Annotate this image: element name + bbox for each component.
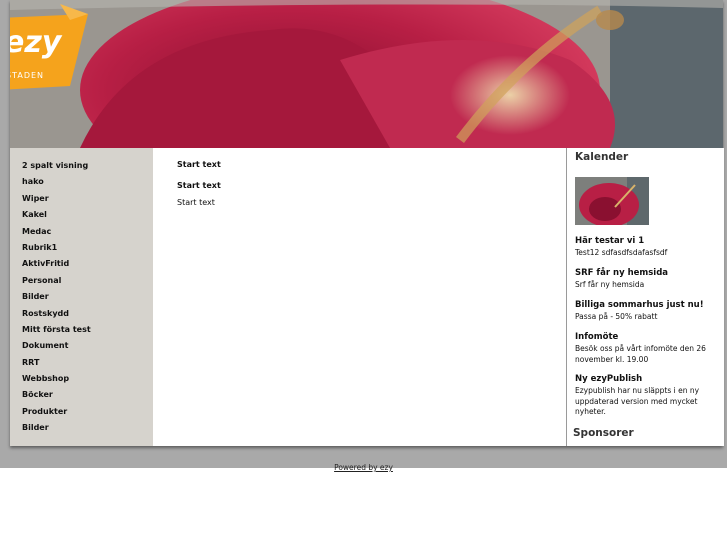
content-heading: Start text [177,181,221,190]
nav-item[interactable]: Mitt första test [22,319,153,335]
header-banner: ezy STADEN [10,0,723,148]
nav-item[interactable]: hako [22,171,153,187]
nav-item[interactable]: Kakel [22,204,153,220]
ezy-logo[interactable]: ezy STADEN [10,0,90,92]
nav-link[interactable]: Produkter [22,407,67,416]
news-title[interactable]: Infomöte [575,332,717,343]
sponsors-title: Sponsorer [573,427,634,439]
nav-item[interactable]: Wiper [22,188,153,204]
footer: Powered by ezy [0,455,727,474]
news-text: Passa på - 50% rabatt [575,312,658,321]
content-body: Start text [177,198,215,207]
flower-banner-image [10,0,723,148]
news-title[interactable]: Billiga sommarhus just nu! [575,300,717,311]
news-text: Test12 sdfasdfsdafasfsdf [575,248,668,257]
news-text: Srf får ny hemsida [575,280,645,289]
news-title[interactable]: Här testar vi 1 [575,236,717,247]
nav-item[interactable]: Personal [22,270,153,286]
nav-link[interactable]: Rubrik1 [22,243,57,252]
left-navigation: 2 spalt visning hako Wiper Kakel Medac Rubrik… [10,148,153,446]
nav-item[interactable]: AktivFritid [22,253,153,269]
nav-item[interactable]: 2 spalt visning [22,155,153,171]
nav-link[interactable]: Dokument [22,341,68,350]
nav-item[interactable]: Rostskydd [22,303,153,319]
logo-text: ezy [10,25,63,60]
nav-link[interactable]: 2 spalt visning [22,161,88,170]
nav-item[interactable]: Dokument [22,335,153,351]
nav-link[interactable]: hako [22,177,44,186]
news-item: Ny ezyPublish Ezypublish har nu släppts i… [575,374,717,418]
nav-item[interactable]: Produkter [22,401,153,417]
news-item: Här testar vi 1 Test12 sdfasdfsdafasfsdf [575,236,717,259]
page-title: Start text [177,160,221,169]
nav-link[interactable]: Wiper [22,194,49,203]
page-container: ezy STADEN 2 spalt visning hako Wiper Kakel… [10,0,724,446]
powered-by-link[interactable]: Powered by ezy [334,463,393,472]
news-title[interactable]: SRF får ny hemsida [575,268,717,279]
calendar-thumbnail-image[interactable] [575,177,649,225]
nav-item[interactable]: RRT [22,352,153,368]
nav-item[interactable]: Medac [22,221,153,237]
news-item: Billiga sommarhus just nu! Passa på - 50%… [575,300,717,323]
main-content: Start text Start text Start text [153,148,566,446]
nav-link[interactable]: Bilder [22,292,49,301]
logo-subtext: STADEN [10,71,44,80]
nav-item[interactable]: Böcker [22,384,153,400]
nav-link[interactable]: Personal [22,276,61,285]
news-item: Infomöte Besök oss på vårt infomöte den 2… [575,332,717,365]
nav-link[interactable]: Kakel [22,210,47,219]
nav-link[interactable]: Webbshop [22,374,69,383]
news-text: Ezypublish har nu släppts i en ny uppdat… [575,386,700,416]
nav-item[interactable]: Bilder [22,286,153,302]
nav-link[interactable]: Medac [22,227,51,236]
nav-link[interactable]: Rostskydd [22,309,69,318]
news-item: SRF får ny hemsida Srf får ny hemsida [575,268,717,291]
news-text: Besök oss på vårt infomöte den 26 novemb… [575,344,706,364]
nav-item[interactable]: Rubrik1 [22,237,153,253]
nav-item[interactable]: Bilder [22,417,153,433]
calendar-title: Kalender [575,151,629,163]
nav-link[interactable]: RRT [22,358,39,367]
nav-item[interactable]: Webbshop [22,368,153,384]
right-sidebar: Kalender Här testar vi 1 Test12 sdfasdfsd… [566,148,724,446]
nav-link[interactable]: Böcker [22,390,53,399]
nav-link[interactable]: AktivFritid [22,259,69,268]
news-title[interactable]: Ny ezyPublish [575,374,717,385]
nav-link[interactable]: Mitt första test [22,325,91,334]
nav-link[interactable]: Bilder [22,423,49,432]
